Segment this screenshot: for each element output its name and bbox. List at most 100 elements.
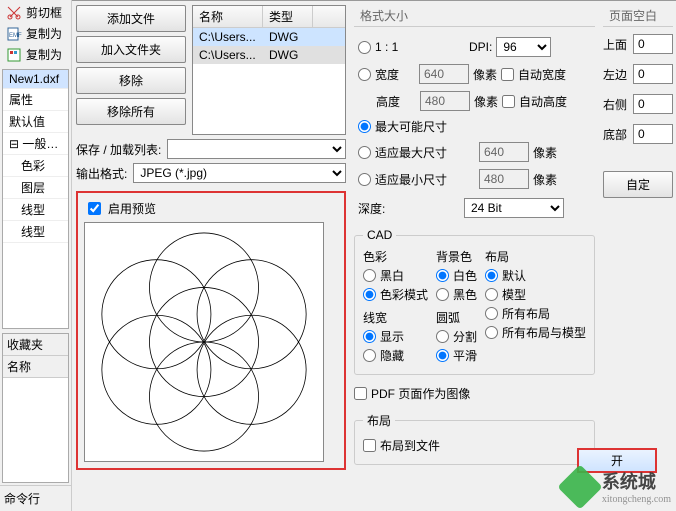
width-radio[interactable] xyxy=(358,68,371,81)
color-title: 色彩 xyxy=(363,248,428,265)
document-tree: New1.dxf 属性 默认值 ⊟ 一般设置 色彩 图层 线型 线型 xyxy=(2,69,69,329)
ratio-11-label: 1 : 1 xyxy=(375,40,465,54)
watermark-title: 系统城 xyxy=(602,468,671,494)
list-item[interactable]: C:\Users... DWG xyxy=(193,46,345,64)
add-folder-button[interactable]: 加入文件夹 xyxy=(76,36,186,63)
layout-group: 布局 布局到文件 xyxy=(354,412,595,465)
px-label-3: 像素 xyxy=(533,144,557,161)
cad-group: CAD 色彩 黑白 色彩模式 线宽 显示 隐藏 背景色 白色 黑色 圆弧 xyxy=(354,228,595,375)
pdf-as-image-checkbox[interactable] xyxy=(354,387,367,400)
color-bw-radio[interactable] xyxy=(363,269,376,282)
toolbox: 剪切框 EMF 复制为 复制为 xyxy=(0,0,71,67)
arc-smooth-radio[interactable] xyxy=(436,349,449,362)
favorites-title: 收藏夹 xyxy=(3,334,68,356)
remove-button[interactable]: 移除 xyxy=(76,67,186,94)
auto-height-checkbox[interactable] xyxy=(502,95,515,108)
layout-title: 布局 xyxy=(485,248,586,265)
left-sidebar: 剪切框 EMF 复制为 复制为 New1.dxf 属性 默认值 ⊟ 一般设置 色… xyxy=(0,0,72,511)
px-label-4: 像素 xyxy=(533,171,557,188)
preview-group: 启用预览 xyxy=(76,191,346,470)
fit-min-label: 适应最小尺寸 xyxy=(375,171,475,188)
lw-show-radio[interactable] xyxy=(363,330,376,343)
tree-root[interactable]: New1.dxf xyxy=(3,70,68,89)
arc-split-radio[interactable] xyxy=(436,330,449,343)
margins-title: 页面空白 xyxy=(603,5,673,27)
fit-min-radio[interactable] xyxy=(358,173,371,186)
tree-props[interactable]: 属性 xyxy=(3,89,68,111)
watermark-logo-icon xyxy=(557,464,602,509)
layout-to-file-label: 布局到文件 xyxy=(380,437,440,454)
fit-max-input[interactable] xyxy=(479,142,529,162)
arc-title: 圆弧 xyxy=(436,309,477,326)
layout-group-title: 布局 xyxy=(363,412,395,429)
pdf-as-image-label: PDF 页面作为图像 xyxy=(371,385,470,402)
bg-black-radio[interactable] xyxy=(436,288,449,301)
fit-min-input[interactable] xyxy=(479,169,529,189)
depth-select[interactable]: 24 Bit xyxy=(464,198,564,218)
height-label: 高度 xyxy=(376,93,416,110)
custom-button[interactable]: 自定 xyxy=(603,171,673,198)
bg-white-radio[interactable] xyxy=(436,269,449,282)
tree-general[interactable]: ⊟ 一般设置 xyxy=(3,133,68,155)
preview-canvas xyxy=(84,222,324,462)
watermark-url: xitongcheng.com xyxy=(602,494,671,505)
tool-copy-bmp[interactable]: 复制为 xyxy=(2,44,69,65)
tree-defaults[interactable]: 默认值 xyxy=(3,111,68,133)
save-list-label: 保存 / 加载列表: xyxy=(76,141,161,158)
tool-cut[interactable]: 剪切框 xyxy=(2,2,69,23)
favorites-col: 名称 xyxy=(3,356,68,378)
dpi-select[interactable]: 96 xyxy=(496,37,551,57)
save-list-select[interactable] xyxy=(167,139,346,159)
layout-all-radio[interactable] xyxy=(485,307,498,320)
layout-model-radio[interactable] xyxy=(485,288,498,301)
layout-allmodel-radio[interactable] xyxy=(485,326,498,339)
lw-title: 线宽 xyxy=(363,309,428,326)
margin-bottom-input[interactable] xyxy=(633,124,673,144)
main-panel: 添加文件 加入文件夹 移除 移除所有 名称 类型 C:\Users... DWG xyxy=(72,0,676,511)
enable-preview-checkbox[interactable] xyxy=(88,202,101,215)
col-name: 名称 xyxy=(193,6,263,27)
color-mode-radio[interactable] xyxy=(363,288,376,301)
tool-copy-emf[interactable]: EMF 复制为 xyxy=(2,23,69,44)
add-file-button[interactable]: 添加文件 xyxy=(76,5,186,32)
width-label: 宽度 xyxy=(375,66,415,83)
command-line-label: 命令行 xyxy=(0,485,71,511)
margin-top-input[interactable] xyxy=(633,34,673,54)
preview-drawing xyxy=(85,223,323,461)
tree-linetype2[interactable]: 线型 xyxy=(3,221,68,243)
list-item[interactable]: C:\Users... DWG xyxy=(193,28,345,46)
file-list[interactable]: 名称 类型 C:\Users... DWG C:\Users... DWG xyxy=(192,5,346,135)
favorites-panel: 收藏夹 名称 xyxy=(2,333,69,483)
ratio-11-radio[interactable] xyxy=(358,41,371,54)
lw-hide-radio[interactable] xyxy=(363,349,376,362)
height-input[interactable] xyxy=(420,91,470,111)
width-input[interactable] xyxy=(419,64,469,84)
tree-color[interactable]: 色彩 xyxy=(3,155,68,177)
tool-label: 复制为 xyxy=(26,25,62,42)
emf-icon: EMF xyxy=(6,26,22,42)
svg-text:EMF: EMF xyxy=(9,33,22,39)
tool-label: 复制为 xyxy=(26,46,62,63)
tree-linetype1[interactable]: 线型 xyxy=(3,199,68,221)
max-possible-radio[interactable] xyxy=(358,120,371,133)
remove-all-button[interactable]: 移除所有 xyxy=(76,98,186,125)
fit-max-radio[interactable] xyxy=(358,146,371,159)
dpi-label: DPI: xyxy=(469,40,492,54)
layout-default-radio[interactable] xyxy=(485,269,498,282)
cad-title: CAD xyxy=(363,228,396,242)
layout-to-file-checkbox[interactable] xyxy=(363,439,376,452)
auto-width-label: 自动宽度 xyxy=(518,66,566,83)
auto-width-checkbox[interactable] xyxy=(501,68,514,81)
cut-icon xyxy=(6,5,22,21)
size-group-title: 格式大小 xyxy=(354,5,595,27)
margin-right-input[interactable] xyxy=(633,94,673,114)
bmp-icon xyxy=(6,47,22,63)
margin-left-input[interactable] xyxy=(633,64,673,84)
px-label-2: 像素 xyxy=(474,93,498,110)
depth-label: 深度: xyxy=(358,200,458,217)
tool-label: 剪切框 xyxy=(26,4,62,21)
output-format-select[interactable]: JPEG (*.jpg) xyxy=(133,163,346,183)
col-type: 类型 xyxy=(263,6,313,27)
auto-height-label: 自动高度 xyxy=(519,93,567,110)
tree-layer[interactable]: 图层 xyxy=(3,177,68,199)
